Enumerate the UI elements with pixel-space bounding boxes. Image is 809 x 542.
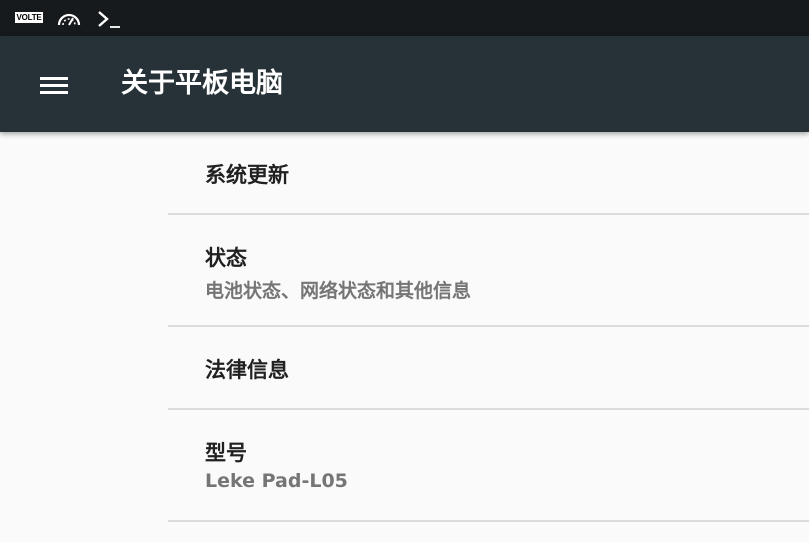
pref-status[interactable]: 状态 电池状态、网络状态和其他信息: [168, 215, 809, 327]
pref-title: 系统更新: [205, 163, 289, 187]
menu-icon[interactable]: [28, 60, 80, 108]
preference-list: 系统更新 状态 电池状态、网络状态和其他信息 法律信息 型号 Leke Pad-…: [168, 132, 809, 522]
content: 系统更新 状态 电池状态、网络状态和其他信息 法律信息 型号 Leke Pad-…: [0, 132, 809, 542]
app-bar: 关于平板电脑: [0, 36, 809, 132]
pref-system-update[interactable]: 系统更新: [168, 132, 809, 215]
page-title: 关于平板电脑: [121, 68, 283, 99]
pref-legal-info[interactable]: 法律信息: [168, 327, 809, 410]
gauge-icon: [57, 13, 81, 26]
pref-model[interactable]: 型号 Leke Pad-L05: [168, 410, 809, 522]
pref-title: 状态: [205, 246, 247, 270]
pref-summary: Leke Pad-L05: [205, 470, 348, 492]
terminal-icon: [98, 11, 120, 28]
volte-icon: VOLTE: [15, 12, 43, 23]
pref-title: 型号: [205, 441, 247, 465]
pref-summary: 电池状态、网络状态和其他信息: [205, 280, 472, 302]
pref-title: 法律信息: [205, 358, 289, 382]
status-bar: VOLTE: [0, 0, 809, 36]
